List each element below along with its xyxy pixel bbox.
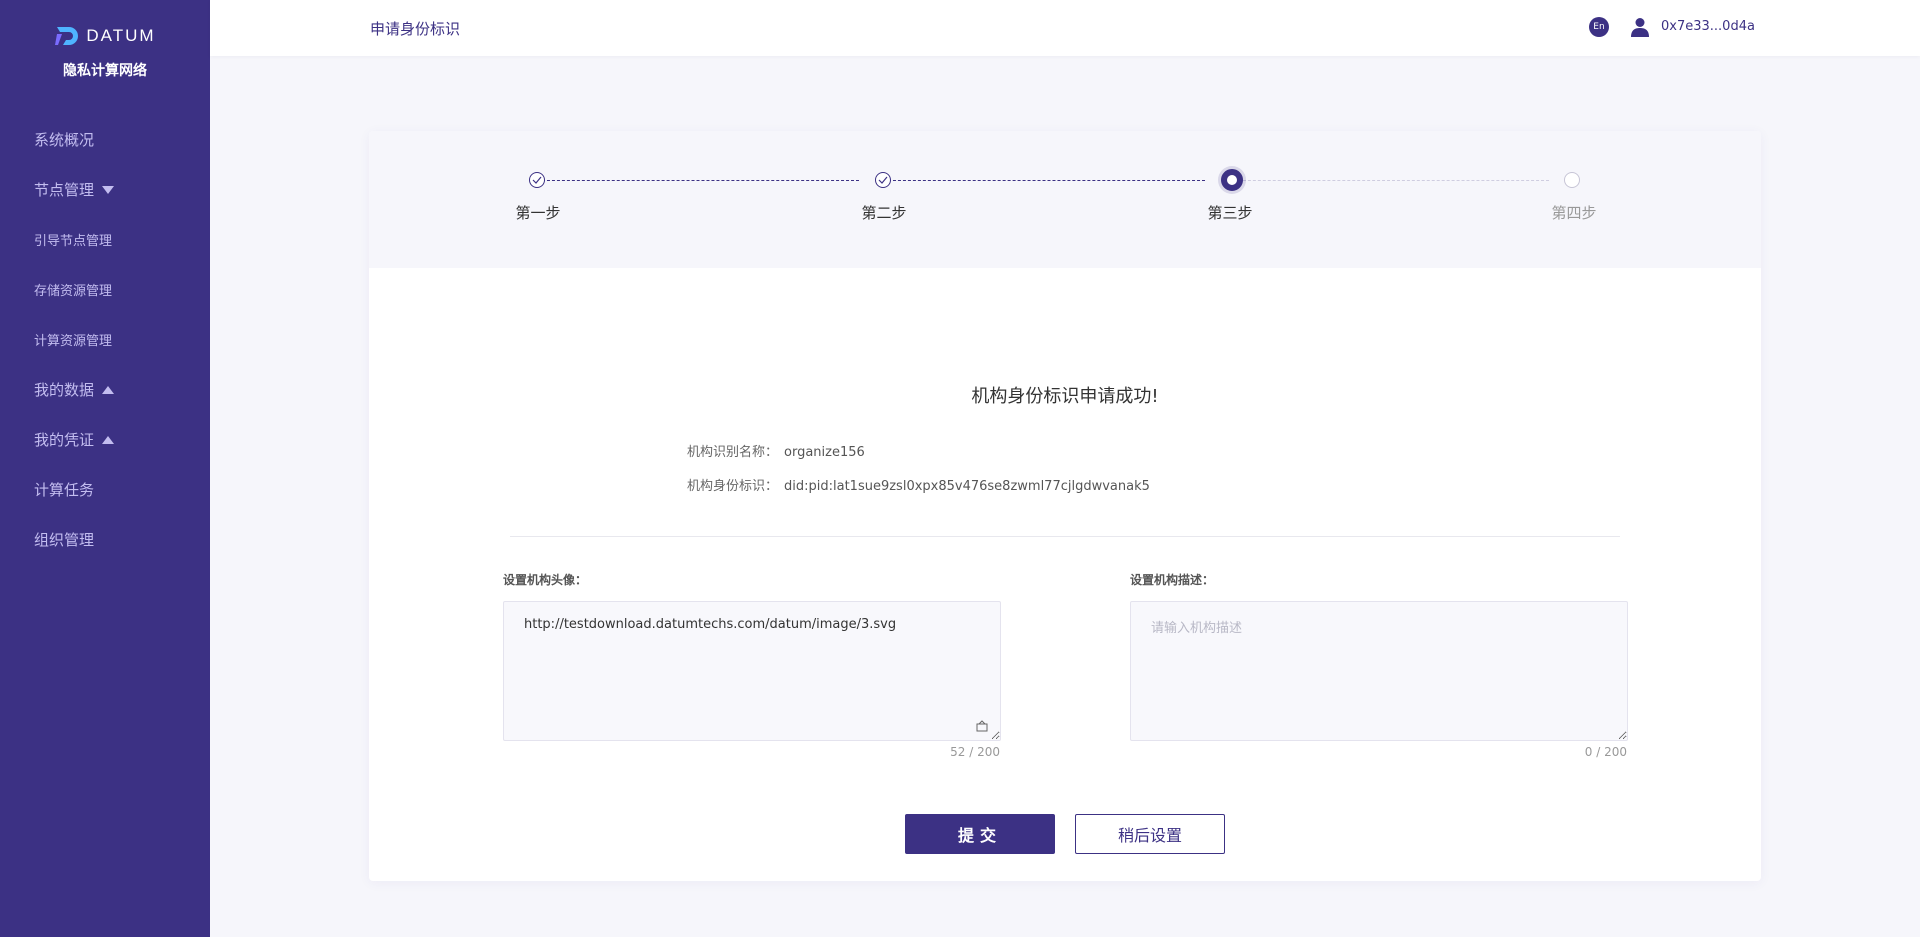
- submit-button[interactable]: 提交: [905, 814, 1055, 854]
- sidebar-item-label: 引导节点管理: [34, 234, 113, 249]
- sidebar-item-label: 节点管理: [34, 181, 95, 199]
- sidebar-item-label: 我的凭证: [34, 431, 95, 449]
- sidebar-item-overview[interactable]: 系统概况: [34, 129, 94, 150]
- caret-up-icon: [102, 435, 115, 444]
- sidebar-item-label: 计算资源管理: [34, 334, 113, 349]
- org-name-row: 机构识别名称： organize156: [687, 441, 865, 460]
- description-input[interactable]: [1130, 601, 1628, 741]
- description-char-counter: 0 / 200: [1584, 745, 1627, 759]
- step-label: 第一步: [515, 204, 561, 222]
- language-switch[interactable]: En: [1589, 17, 1609, 37]
- apply-identity-card: 第一步 第二步 第三步 第四步 机构身份标识申请成功! 机构识别名称： organ…: [369, 131, 1761, 881]
- org-name-value: organize156: [784, 445, 865, 460]
- sidebar-item-label: 计算任务: [34, 481, 95, 499]
- product-name: 隐私计算网络: [63, 63, 147, 79]
- sidebar-item-label: 我的数据: [34, 381, 95, 399]
- wallet-address[interactable]: 0x7e33...0d4a: [1661, 19, 1755, 34]
- sidebar-item-compute-tasks[interactable]: 计算任务: [34, 479, 94, 500]
- page-title: 申请身份标识: [370, 20, 461, 38]
- steps-bar: 第一步 第二步 第三步 第四步: [369, 131, 1761, 268]
- image-icon: [976, 720, 988, 732]
- sidebar-item-node-management[interactable]: 节点管理: [34, 179, 115, 200]
- sidebar-item-label: 存储资源管理: [34, 284, 113, 299]
- sidebar-item-seed-nodes[interactable]: 引导节点管理: [34, 230, 112, 249]
- logo[interactable]: DATUM: [0, 20, 210, 52]
- org-id-row: 机构身份标识： did:pid:lat1sue9zsl0xpx85v476se8z…: [687, 475, 1150, 494]
- success-title: 机构身份标识申请成功!: [971, 386, 1159, 407]
- step-label: 第三步: [1207, 204, 1253, 222]
- top-header: 申请身份标识 En 0x7e33...0d4a: [210, 0, 1920, 56]
- sidebar-item-label: 组织管理: [34, 531, 95, 549]
- caret-up-icon: [102, 385, 115, 394]
- step-1-check-icon: [529, 172, 545, 188]
- step-label: 第四步: [1551, 204, 1597, 222]
- org-id-value: did:pid:lat1sue9zsl0xpx85v476se8zwml77cj…: [784, 479, 1150, 494]
- avatar-char-counter: 52 / 200: [950, 745, 1000, 759]
- avatar-label: 设置机构头像：: [503, 573, 588, 587]
- step-4-pending-dot: [1564, 172, 1580, 188]
- divider: [510, 536, 1620, 537]
- sidebar-item-my-data[interactable]: 我的数据: [34, 379, 115, 400]
- org-name-key: 机构识别名称：: [687, 445, 779, 460]
- sidebar-item-organization[interactable]: 组织管理: [34, 529, 94, 550]
- sidebar-item-compute-resources[interactable]: 计算资源管理: [34, 330, 112, 349]
- caret-down-icon: [102, 185, 115, 194]
- step-connector: [1233, 180, 1549, 181]
- step-connector: [883, 180, 1205, 181]
- sidebar: DATUM 隐私计算网络 系统概况 节点管理 引导节点管理 存储资源管理 计算资…: [0, 0, 210, 937]
- description-label: 设置机构描述：: [1130, 573, 1215, 587]
- datum-logo-icon: [55, 27, 79, 45]
- sidebar-item-storage-resources[interactable]: 存储资源管理: [34, 280, 112, 299]
- logo-text: DATUM: [86, 26, 156, 45]
- step-label: 第二步: [861, 204, 907, 222]
- org-id-key: 机构身份标识：: [687, 479, 779, 494]
- step-2-check-icon: [875, 172, 891, 188]
- user-icon[interactable]: [1631, 17, 1649, 37]
- set-later-button[interactable]: 稍后设置: [1075, 814, 1225, 854]
- sidebar-item-label: 系统概况: [34, 131, 95, 149]
- step-3-current-dot: [1221, 169, 1243, 191]
- step-connector: [537, 180, 859, 181]
- sidebar-item-my-credentials[interactable]: 我的凭证: [34, 429, 115, 450]
- avatar-url-input[interactable]: http://testdownload.datumtechs.com/datum…: [503, 601, 1001, 741]
